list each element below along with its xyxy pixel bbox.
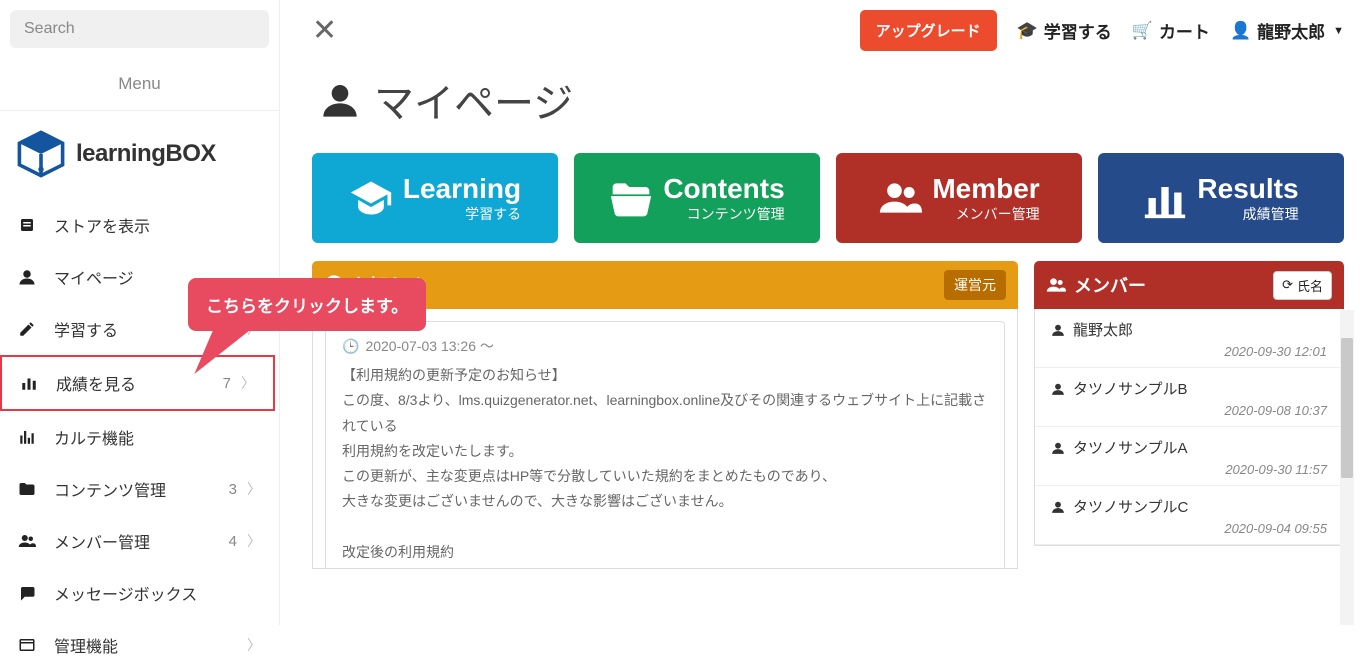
user-icon xyxy=(1051,441,1065,455)
news-timestamp: 2020-07-03 13:26 ～ xyxy=(365,334,493,359)
user-solid-icon xyxy=(320,80,360,120)
user-icon xyxy=(1051,382,1065,396)
logo-text: learningBOX xyxy=(76,140,216,168)
chevron-right-icon: 〉 xyxy=(247,635,261,655)
member-row[interactable]: タツノサンプルB 2020-09-08 10:37 xyxy=(1035,368,1343,427)
chevron-right-icon: 〉 xyxy=(247,531,261,551)
member-name: タツノサンプルB xyxy=(1073,378,1188,399)
member-name: タツノサンプルC xyxy=(1073,496,1188,517)
members-header: メンバー xyxy=(1074,272,1146,298)
card-results[interactable]: Results成績管理 xyxy=(1098,153,1344,243)
member-row[interactable]: タツノサンプルC 2020-09-04 09:55 xyxy=(1035,486,1343,545)
user-icon: 👤 xyxy=(1230,21,1251,41)
news-line xyxy=(342,514,988,539)
scrollbar-thumb[interactable] xyxy=(1341,338,1353,478)
upgrade-button[interactable]: アップグレード xyxy=(860,10,997,51)
user-icon xyxy=(18,268,40,286)
panel-members: メンバー ⟳ 氏名 龍野太郎 2020-09-30 12:01 タツノサンプルB 20… xyxy=(1034,261,1344,569)
news-source-badge[interactable]: 運営元 xyxy=(944,270,1006,300)
member-time: 2020-09-08 10:37 xyxy=(1051,403,1327,418)
sidebar-item-users[interactable]: メンバー管理4 〉 xyxy=(0,515,279,567)
news-item: 🕒 2020-07-03 13:26 ～ 【利用規約の更新予定のお知らせ】この度… xyxy=(325,321,1005,569)
sidebar-item-label: コンテンツ管理 xyxy=(54,477,229,501)
chart-icon xyxy=(20,374,42,392)
folder-open-icon xyxy=(609,176,653,220)
clock-icon: 🕒 xyxy=(342,334,359,359)
card-member[interactable]: Memberメンバー管理 xyxy=(836,153,1082,243)
sidebar-item-chat[interactable]: メッセージボックス xyxy=(0,567,279,619)
refresh-icon: ⟳ xyxy=(1282,277,1293,293)
sidebar-item-folder[interactable]: コンテンツ管理3 〉 xyxy=(0,463,279,515)
news-line: 利用規約を改定いたします。 xyxy=(342,439,988,464)
top-link-learn[interactable]: 🎓 学習する xyxy=(1017,18,1112,43)
tooltip-callout: こちらをクリックします。 xyxy=(188,278,426,331)
top-link-user[interactable]: 👤 龍野太郎 ▼ xyxy=(1230,18,1344,43)
member-time: 2020-09-30 12:01 xyxy=(1051,344,1327,359)
window-icon xyxy=(18,636,40,654)
graduation-cap-icon: 🎓 xyxy=(1017,21,1038,41)
sidebar-item-label: メンバー管理 xyxy=(54,529,229,553)
news-line: 【利用規約の更新予定のお知らせ】 xyxy=(342,363,988,388)
card-contents[interactable]: Contentsコンテンツ管理 xyxy=(574,153,820,243)
users-icon xyxy=(1046,275,1066,295)
news-line: 大きな変更はございませんので、大きな影響はございません。 xyxy=(342,489,988,514)
search-input[interactable]: Search xyxy=(10,10,269,48)
store-icon xyxy=(18,216,40,234)
folder-icon xyxy=(18,480,40,498)
sidebar-item-count: 4 xyxy=(229,533,237,550)
sidebar-item-label: 成績を見る xyxy=(56,371,223,395)
caret-down-icon: ▼ xyxy=(1333,25,1344,37)
member-name: 龍野太郎 xyxy=(1073,319,1133,340)
news-line: https://learningbox.online/new-terms-and… xyxy=(342,565,988,569)
sidebar-item-window[interactable]: 管理機能〉 xyxy=(0,619,279,671)
sidebar-item-label: ストアを表示 xyxy=(54,213,261,237)
news-line: 改定後の利用規約 xyxy=(342,540,988,565)
pencil-icon xyxy=(18,320,40,338)
page-title: マイページ xyxy=(374,71,573,129)
member-name: タツノサンプルA xyxy=(1073,437,1188,458)
sidebar-item-label: カルテ機能 xyxy=(54,425,261,449)
cart-icon: 🛒 xyxy=(1132,21,1153,41)
sidebar-item-label: 管理機能 xyxy=(54,633,247,657)
member-time: 2020-09-30 11:57 xyxy=(1051,462,1327,477)
chevron-right-icon: 〉 xyxy=(247,479,261,499)
main-area: ✕ アップグレード 🎓 学習する 🛒 カート 👤 龍野太郎 ▼ マイページ Le… xyxy=(290,0,1366,625)
sidebar-item-count: 7 xyxy=(223,375,231,392)
user-icon xyxy=(1051,323,1065,337)
member-row[interactable]: タツノサンプルA 2020-09-30 11:57 xyxy=(1035,427,1343,486)
graduation-cap-icon xyxy=(349,176,393,220)
menu-heading: Menu xyxy=(0,58,279,111)
logo-icon xyxy=(14,127,68,181)
news-line: この更新が、主な変更点はHP等で分散していいた規約をまとめたものであり、 xyxy=(342,464,988,489)
sidebar-item-bars[interactable]: カルテ機能 xyxy=(0,411,279,463)
member-time: 2020-09-04 09:55 xyxy=(1051,521,1327,536)
chevron-right-icon: 〉 xyxy=(241,373,255,393)
sort-name-button[interactable]: ⟳ 氏名 xyxy=(1273,271,1332,300)
top-link-cart[interactable]: 🛒 カート xyxy=(1132,18,1210,43)
sidebar-item-label: メッセージボックス xyxy=(54,581,261,605)
member-row[interactable]: 龍野太郎 2020-09-30 12:01 xyxy=(1035,309,1343,368)
logo[interactable]: learningBOX xyxy=(0,111,279,199)
bars-icon xyxy=(18,428,40,446)
card-learning[interactable]: Learning学習する xyxy=(312,153,558,243)
bar-chart-icon xyxy=(1143,176,1187,220)
users-icon xyxy=(878,176,922,220)
users-icon xyxy=(18,532,40,550)
user-icon xyxy=(1051,500,1065,514)
sidebar-item-store[interactable]: ストアを表示 xyxy=(0,199,279,251)
scrollbar[interactable] xyxy=(1340,310,1354,625)
close-icon[interactable]: ✕ xyxy=(312,13,337,48)
sidebar-item-count: 3 xyxy=(229,481,237,498)
news-line: この度、8/3より、lms.quizgenerator.net、learning… xyxy=(342,388,988,438)
chat-icon xyxy=(18,584,40,602)
